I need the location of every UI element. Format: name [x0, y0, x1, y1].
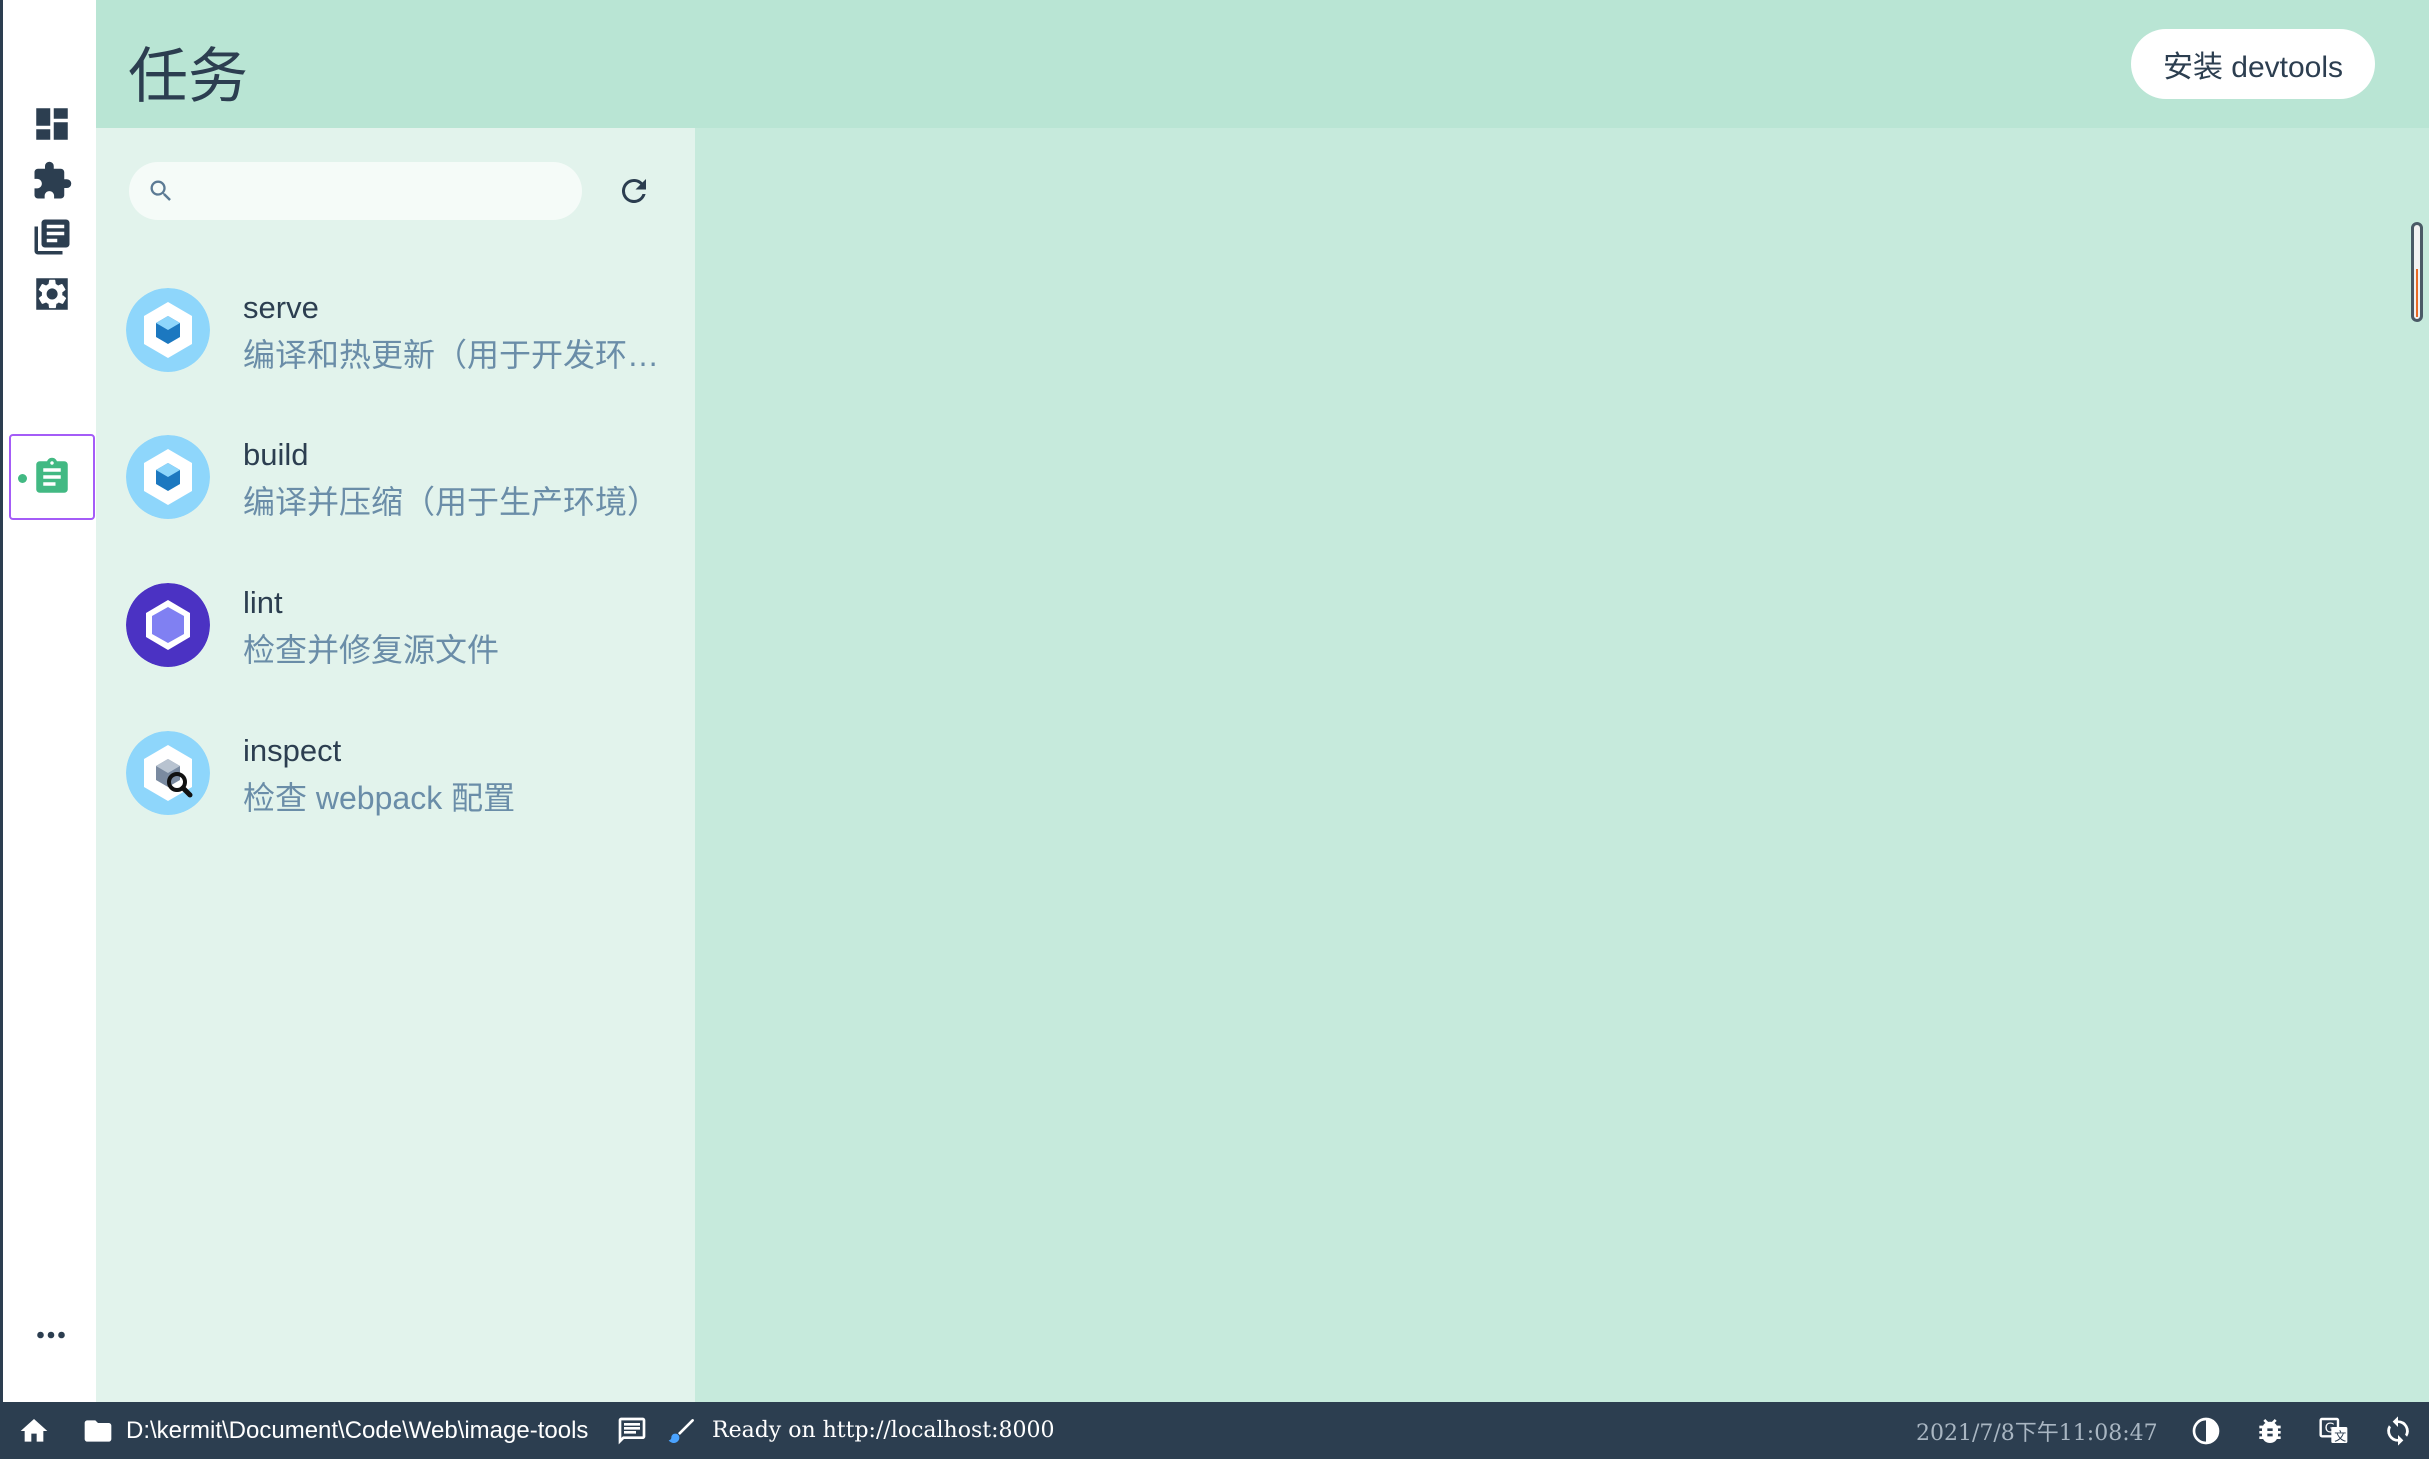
- task-detail-area: [695, 128, 2429, 1402]
- last-log-text: Ready on http://localhost:8000: [712, 1418, 1055, 1443]
- task-list-panel: serve 编译和热更新（用于开发环境） build 编译并压缩（用于生产环境）…: [96, 128, 695, 1402]
- bug-icon: [2259, 1418, 2281, 1443]
- task-description: 检查并修复源文件: [243, 632, 500, 668]
- svg-text:文: 文: [2334, 1428, 2346, 1443]
- eslint-icon: [126, 583, 210, 667]
- sidebar-item-configuration[interactable]: [9, 251, 95, 337]
- install-devtools-button[interactable]: 安装 devtools: [2131, 29, 2375, 99]
- settings-icon: [36, 278, 68, 310]
- assignment-icon: [36, 457, 68, 493]
- sync-icon: [2387, 1415, 2409, 1446]
- task-description: 检查 webpack 配置: [243, 780, 516, 816]
- folder-path: D:\kermit\Document\Code\Web\image-tools: [126, 1416, 589, 1444]
- webpack-icon: [126, 435, 210, 519]
- search-input[interactable]: [187, 170, 571, 214]
- refresh-app-button[interactable]: [2382, 1402, 2414, 1459]
- task-description: 编译并压缩（用于生产环境）: [243, 484, 660, 520]
- task-name: build: [243, 437, 309, 472]
- more-button[interactable]: [3, 1315, 99, 1355]
- current-folder[interactable]: D:\kermit\Document\Code\Web\image-tools: [82, 1402, 588, 1459]
- translate-icon: G文: [2319, 1417, 2348, 1443]
- task-name: inspect: [243, 733, 342, 768]
- task-item-lint[interactable]: lint 检查并修复源文件: [126, 583, 686, 703]
- report-bug-button[interactable]: [2254, 1402, 2286, 1459]
- webpack-inspect-icon: [126, 731, 210, 815]
- translate-button[interactable]: G文: [2318, 1402, 2350, 1459]
- status-bar: D:\kermit\Document\Code\Web\image-tools …: [0, 1402, 2429, 1459]
- task-item-inspect[interactable]: inspect 检查 webpack 配置: [126, 731, 686, 851]
- sidebar-rail: [0, 0, 96, 1402]
- task-item-serve[interactable]: serve 编译和热更新（用于开发环境）: [126, 288, 686, 408]
- brush-icon: [668, 1418, 694, 1443]
- folder-icon: [84, 1419, 112, 1442]
- clock: 2021/7/8下午11:08:47: [1916, 1402, 2158, 1459]
- search-box: [129, 162, 582, 220]
- more-horizontal-icon: [37, 1331, 65, 1339]
- active-indicator-dot: [18, 474, 27, 483]
- last-log[interactable]: Ready on http://localhost:8000: [666, 1402, 1054, 1459]
- task-item-build[interactable]: build 编译并压缩（用于生产环境）: [126, 435, 686, 555]
- contrast-icon: [2192, 1417, 2220, 1444]
- home-icon: [20, 1418, 48, 1442]
- console-log-icon: [618, 1417, 646, 1444]
- page-title: 任务: [128, 43, 248, 110]
- task-name: lint: [243, 585, 283, 620]
- sidebar-item-tasks[interactable]: [9, 434, 95, 520]
- scroll-indicator[interactable]: [2411, 222, 2423, 322]
- dark-mode-button[interactable]: [2190, 1402, 2222, 1459]
- search-icon: [150, 180, 171, 201]
- scroll-indicator-fill: [2416, 269, 2418, 317]
- clock-text: 2021/7/8下午11:08:47: [1916, 1420, 2158, 1446]
- home-button[interactable]: [18, 1402, 50, 1459]
- refresh-icon[interactable]: [616, 173, 652, 209]
- page-header: 任务 安装 devtools: [96, 0, 2429, 128]
- task-description: 编译和热更新（用于开发环境）: [243, 337, 663, 373]
- log-button[interactable]: [616, 1402, 648, 1459]
- task-name: serve: [243, 290, 319, 325]
- webpack-icon: [126, 288, 210, 372]
